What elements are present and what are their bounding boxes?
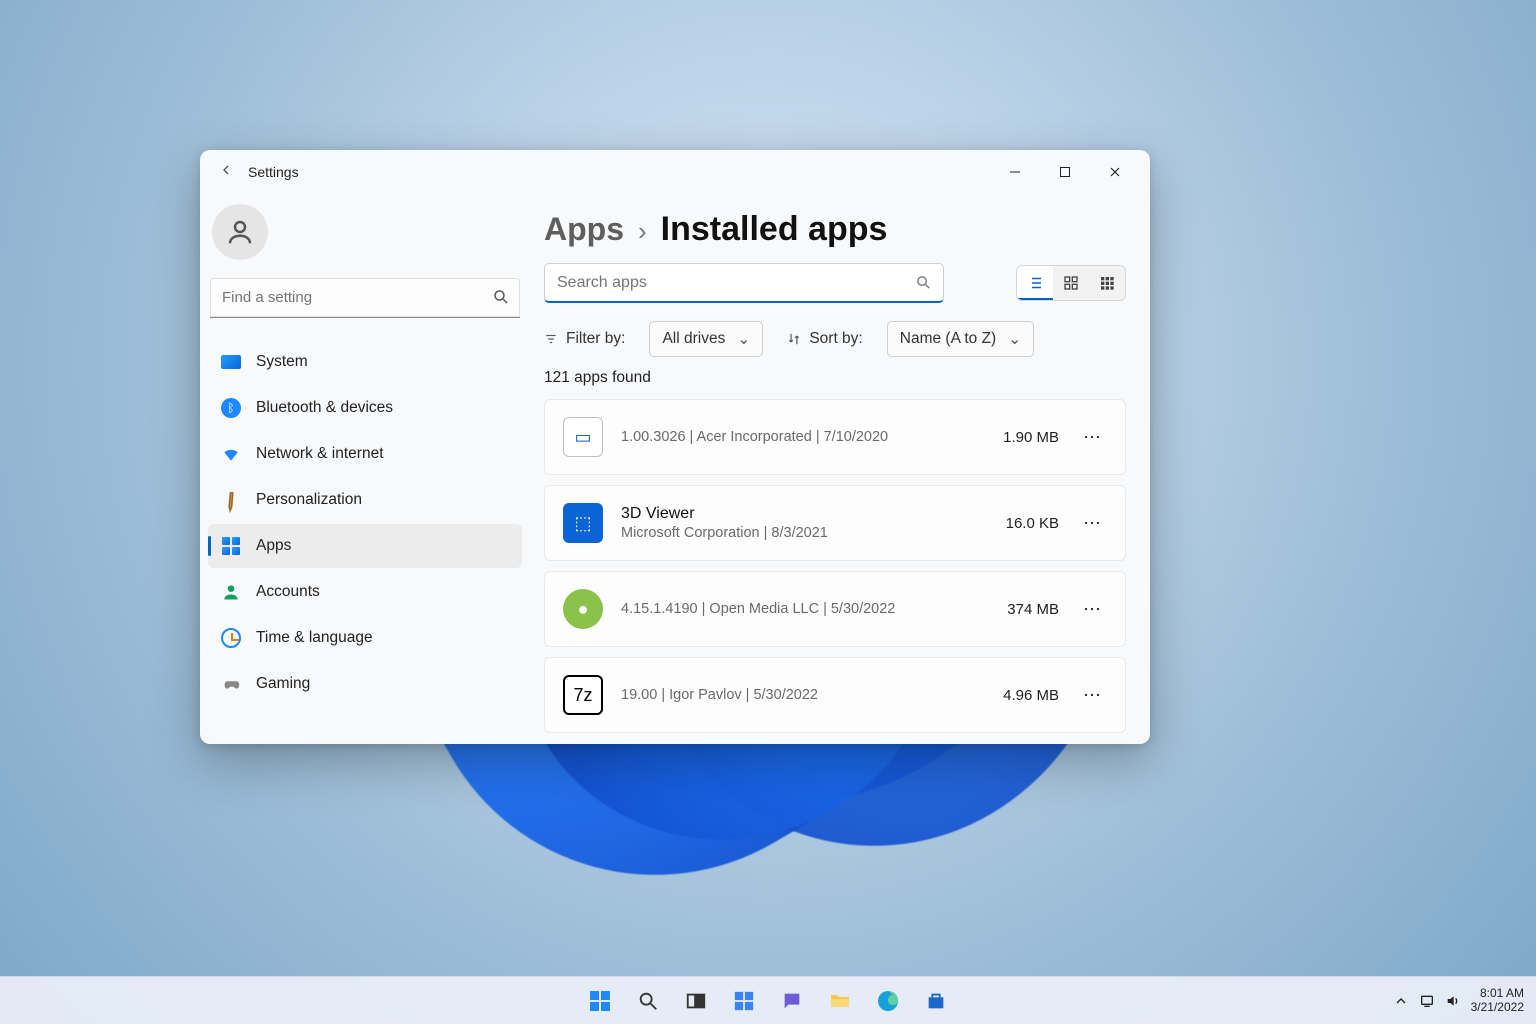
sort-label: Sort by: [787,330,862,348]
app-more-button[interactable]: ⋯ [1077,427,1107,448]
app-meta: Microsoft Corporation | 8/3/2021 [621,525,988,541]
sidebar-item-network[interactable]: Network & internet [208,432,522,476]
main-content: Apps › Installed apps [540,194,1150,744]
sort-value: Name (A to Z) [900,330,996,348]
close-button[interactable] [1090,150,1140,194]
task-view-button[interactable] [676,981,716,1021]
view-grid-button[interactable] [1053,266,1089,300]
gaming-icon [220,673,242,695]
sidebar-item-label: System [256,353,308,371]
sidebar-item-label: Apps [256,537,291,555]
edge-button[interactable] [868,981,908,1021]
taskbar-search-button[interactable] [628,981,668,1021]
wifi-icon [220,443,242,465]
filter-value: All drives [662,330,725,348]
app-size: 1.90 MB [1003,429,1059,446]
sidebar-item-apps[interactable]: Apps [208,524,522,568]
app-icon: ● [563,589,603,629]
clock-time: 8:01 AM [1480,987,1524,1001]
taskbar-clock[interactable]: 8:01 AM 3/21/2022 [1471,987,1524,1015]
window-title: Settings [248,164,299,180]
app-size: 374 MB [1007,601,1059,618]
sidebar-item-label: Time & language [256,629,373,647]
app-row[interactable]: ● 4.15.1.4190 | Open Media LLC | 5/30/202… [544,571,1126,647]
filter-label: Filter by: [544,330,625,348]
view-toggle [1016,265,1126,301]
search-icon [915,274,932,296]
sidebar-item-personalization[interactable]: Personalization [208,478,522,522]
breadcrumb-root[interactable]: Apps [544,211,624,248]
app-size: 4.96 MB [1003,687,1059,704]
minimize-button[interactable] [990,150,1040,194]
sidebar-item-label: Accounts [256,583,320,601]
app-row[interactable]: 7z 19.00 | Igor Pavlov | 5/30/2022 4.96 MB… [544,657,1126,733]
titlebar: Settings [200,150,1150,194]
app-size: 16.0 KB [1006,515,1059,532]
find-setting-input[interactable] [210,278,520,318]
chevron-down-icon: ⌄ [1008,330,1021,349]
sidebar-item-label: Bluetooth & devices [256,399,393,417]
search-apps [544,263,944,303]
search-icon [492,288,510,311]
sidebar: System ᛒ Bluetooth & devices Network & i… [200,194,540,744]
clock-date: 3/21/2022 [1471,1001,1524,1015]
app-name: 3D Viewer [621,505,988,523]
app-icon: ▭ [563,417,603,457]
page-title: Installed apps [661,210,888,249]
sidebar-item-accounts[interactable]: Accounts [208,570,522,614]
filter-dropdown[interactable]: All drives ⌄ [649,321,763,357]
search-apps-input[interactable] [544,263,944,303]
app-row[interactable]: ▭ 1.00.3026 | Acer Incorporated | 7/10/20… [544,399,1126,475]
back-button[interactable] [210,162,242,182]
find-setting [210,278,520,318]
settings-window: Settings System ᛒ [200,150,1150,744]
app-icon: ⬚ [563,503,603,543]
brush-icon [216,485,247,516]
app-meta: 4.15.1.4190 | Open Media LLC | 5/30/2022 [621,601,989,617]
app-row[interactable]: ⬚ 3D Viewer Microsoft Corporation | 8/3/20… [544,485,1126,561]
taskbar-center [580,981,956,1021]
sidebar-item-bluetooth[interactable]: ᛒ Bluetooth & devices [208,386,522,430]
widgets-button[interactable] [724,981,764,1021]
sidebar-item-time[interactable]: Time & language [208,616,522,660]
chevron-right-icon: › [638,216,647,247]
app-meta: 19.00 | Igor Pavlov | 5/30/2022 [621,687,985,703]
view-tiles-button[interactable] [1089,266,1125,300]
sidebar-item-system[interactable]: System [208,340,522,384]
system-icon [220,351,242,373]
file-explorer-button[interactable] [820,981,860,1021]
sidebar-nav: System ᛒ Bluetooth & devices Network & i… [208,340,522,706]
chat-button[interactable] [772,981,812,1021]
sidebar-item-label: Network & internet [256,445,384,463]
clock-icon [220,627,242,649]
start-button[interactable] [580,981,620,1021]
apps-count: 121 apps found [544,369,1126,387]
app-more-button[interactable]: ⋯ [1077,685,1107,706]
sort-dropdown[interactable]: Name (A to Z) ⌄ [887,321,1034,357]
bluetooth-icon: ᛒ [220,397,242,419]
user-avatar[interactable] [212,204,268,260]
sidebar-item-gaming[interactable]: Gaming [208,662,522,706]
view-list-button[interactable] [1017,266,1053,300]
app-icon: 7z [563,675,603,715]
taskbar: 8:01 AM 3/21/2022 [0,976,1536,1024]
store-button[interactable] [916,981,956,1021]
breadcrumb: Apps › Installed apps [544,210,1126,249]
app-more-button[interactable]: ⋯ [1077,599,1107,620]
apps-list: ▭ 1.00.3026 | Acer Incorporated | 7/10/20… [544,399,1126,733]
chevron-down-icon: ⌄ [737,330,750,349]
sidebar-item-label: Gaming [256,675,310,693]
chevron-up-icon[interactable] [1393,993,1409,1009]
system-tray[interactable]: 8:01 AM 3/21/2022 [1393,987,1536,1015]
volume-tray-icon[interactable] [1445,993,1461,1009]
app-more-button[interactable]: ⋯ [1077,513,1107,534]
maximize-button[interactable] [1040,150,1090,194]
apps-icon [220,535,242,557]
accounts-icon [220,581,242,603]
network-tray-icon[interactable] [1419,993,1435,1009]
app-meta: 1.00.3026 | Acer Incorporated | 7/10/202… [621,429,985,445]
sidebar-item-label: Personalization [256,491,362,509]
